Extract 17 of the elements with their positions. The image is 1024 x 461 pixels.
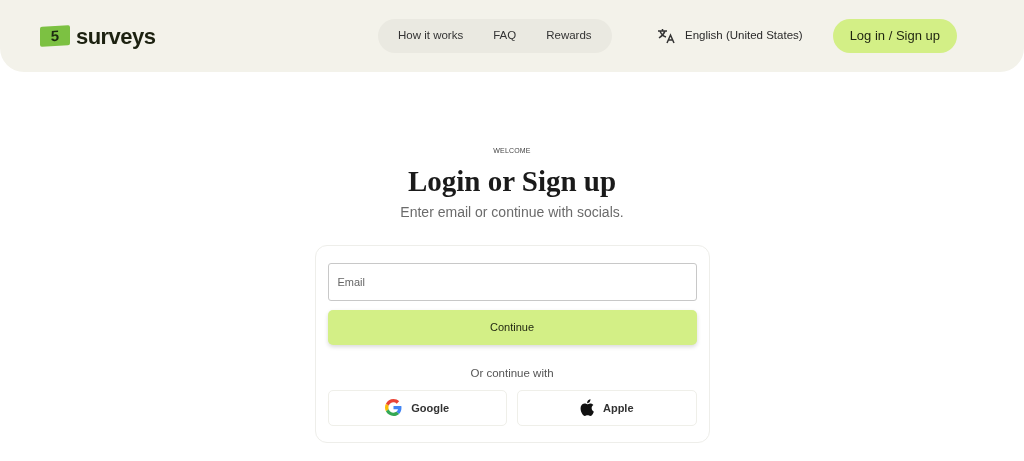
google-icon (385, 399, 403, 417)
nav-link[interactable]: Rewards (536, 27, 602, 45)
nav-link[interactable]: How it works (388, 27, 474, 45)
apple-icon (579, 399, 594, 417)
logo-flag-icon[interactable]: 5 (40, 25, 70, 47)
social-login-button[interactable]: Apple (517, 389, 697, 426)
translate-icon[interactable] (657, 28, 675, 44)
email-field[interactable]: Email (327, 262, 697, 301)
logo-text[interactable]: surveys (76, 19, 156, 53)
nav-link[interactable]: FAQ (483, 27, 527, 45)
social-login-button[interactable]: Google (327, 389, 507, 426)
login-signup-button[interactable]: Log in / Sign up (832, 19, 957, 53)
page-title: Login or Sign up (407, 163, 617, 199)
divider-label: Or continue with (469, 365, 555, 381)
page-subtitle: Enter email or continue with socials. (400, 202, 624, 222)
language-selector[interactable]: English (United States) (685, 27, 803, 45)
continue-button[interactable]: Continue (327, 309, 697, 345)
